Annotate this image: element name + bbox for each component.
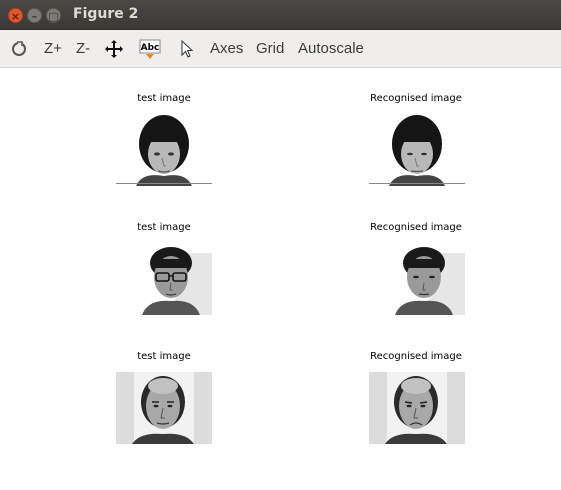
maximize-window-button[interactable]: □ [46, 8, 61, 23]
test-image-title-3: test image [137, 351, 191, 362]
pan-button[interactable] [105, 30, 123, 68]
axes-button[interactable]: Axes [210, 30, 243, 68]
title-bar: × – □ Figure 2 [0, 0, 561, 30]
grid-button[interactable]: Grid [256, 30, 284, 68]
recognised-image-2 [369, 243, 465, 315]
test-image-2 [116, 243, 212, 315]
recognised-image-title-3: Recognised image [370, 351, 462, 362]
figure-toolbar: Z+ Z- Abc Axes Grid Autoscale [0, 30, 561, 68]
rotate-button[interactable] [10, 30, 30, 68]
window-title: Figure 2 [73, 6, 139, 22]
recognised-image-3 [369, 372, 465, 444]
recognised-image-1 [369, 114, 465, 186]
recognised-image-title-1: Recognised image [370, 93, 462, 104]
text-tool-label: Abc [141, 43, 160, 53]
figure-canvas: test image Recognised image test image R… [0, 68, 561, 490]
minimize-window-button[interactable]: – [27, 8, 42, 23]
test-image-1 [116, 114, 212, 186]
recognised-image-title-2: Recognised image [370, 222, 462, 233]
close-window-button[interactable]: × [8, 8, 23, 23]
zoom-in-button[interactable]: Z+ [44, 30, 62, 68]
text-tool-button[interactable]: Abc [139, 30, 161, 68]
text-tool-icon: Abc [139, 39, 161, 59]
test-image-3 [116, 372, 212, 444]
pointer-icon [181, 39, 194, 58]
zoom-out-button[interactable]: Z- [76, 30, 90, 68]
select-button[interactable] [180, 30, 194, 68]
autoscale-button[interactable]: Autoscale [298, 30, 364, 68]
pan-icon [105, 40, 123, 58]
test-image-title-1: test image [137, 93, 191, 104]
test-image-title-2: test image [137, 222, 191, 233]
rotate-icon [12, 40, 26, 56]
